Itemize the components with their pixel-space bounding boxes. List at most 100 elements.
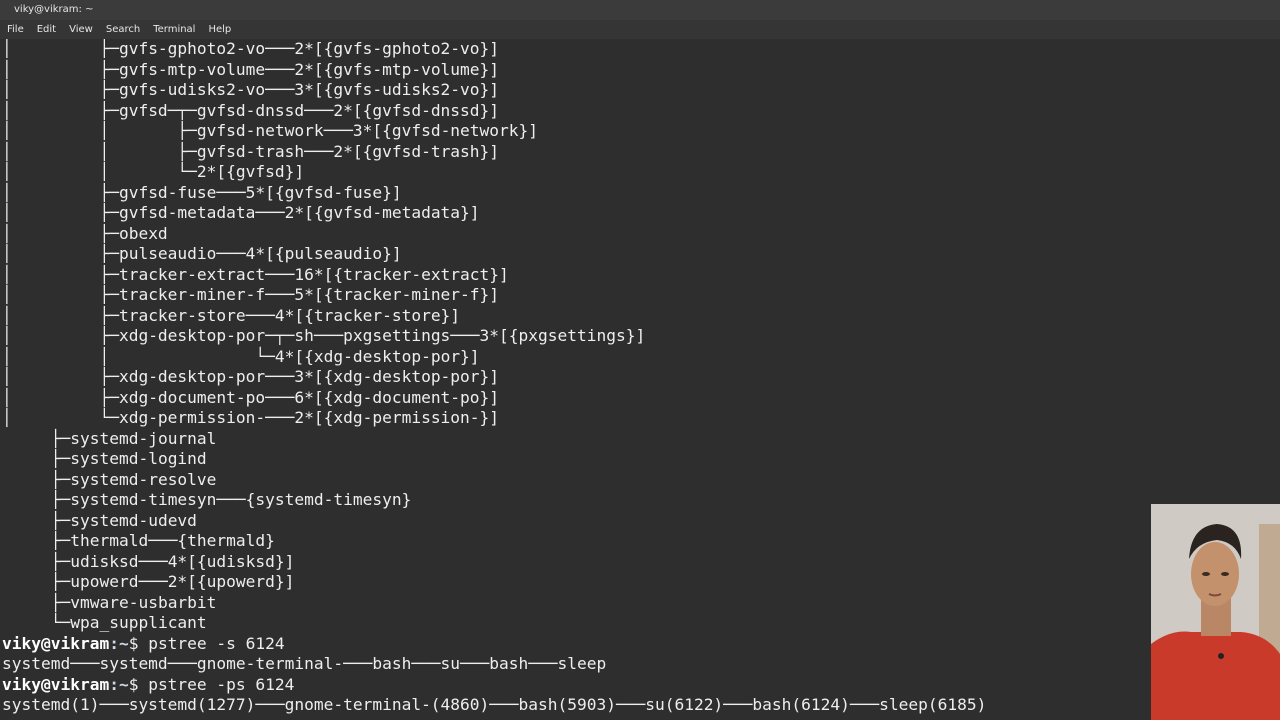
process-text: udisksd───4*[{udisksd}] bbox=[70, 551, 295, 571]
output-line: ├─systemd-journal bbox=[2, 428, 217, 450]
command-text: $ pstree -ps 6124 bbox=[128, 674, 295, 694]
person-webcam-icon bbox=[1151, 504, 1280, 720]
menu-view[interactable]: View bbox=[69, 24, 100, 35]
tree-connector: │ ├─ bbox=[2, 223, 119, 243]
tree-connector: │ ├─ bbox=[2, 387, 119, 407]
prompt-user-host: viky@vikram bbox=[2, 674, 110, 694]
process-text: xdg-desktop-por─┬─sh───pxgsettings───3*[… bbox=[118, 326, 646, 345]
output-line: │ │ ├─gvfsd-trash───2*[{gvfsd-trash}] bbox=[2, 142, 499, 163]
tree-connector: │ ├─ bbox=[2, 305, 119, 325]
process-text: 2*[{gvfsd}] bbox=[196, 162, 305, 181]
process-text: tracker-store───4*[{tracker-store}] bbox=[118, 305, 461, 325]
tree-connector: │ │ └─ bbox=[2, 162, 197, 181]
process-text: gvfs-gphoto2-vo───2*[{gvfs-gphoto2-vo}] bbox=[118, 39, 500, 58]
process-text: gvfsd─┬─gvfsd-dnssd───2*[{gvfsd-dnssd}] bbox=[118, 100, 500, 120]
tree-connector: ├─ bbox=[2, 572, 71, 591]
output-line: └─wpa_supplicant bbox=[2, 613, 207, 634]
menu-terminal[interactable]: Terminal bbox=[153, 24, 202, 35]
tree-connector: │ └─ bbox=[2, 408, 119, 427]
output-line: ├─upowerd───2*[{upowerd}] bbox=[2, 572, 295, 593]
tree-connector: │ ├─ bbox=[2, 244, 119, 263]
prompt-user-host: viky@vikram bbox=[2, 633, 110, 653]
output-line: ├─udisksd───4*[{udisksd}] bbox=[2, 551, 295, 573]
tree-connector: │ │ └─ bbox=[2, 346, 275, 366]
tree-connector: ├─ bbox=[2, 449, 71, 468]
tree-connector: ├─ bbox=[2, 531, 71, 550]
process-text: xdg-permission-───2*[{xdg-permission-}] bbox=[118, 408, 500, 427]
output-line: ├─systemd-timesyn───{systemd-timesyn} bbox=[2, 490, 412, 511]
output-line: │ ├─xdg-desktop-por───3*[{xdg-desktop-po… bbox=[2, 367, 499, 388]
output-line: │ ├─tracker-extract───16*[{tracker-extra… bbox=[2, 265, 509, 286]
window-title-bar[interactable]: viky@vikram: ~ bbox=[0, 0, 1280, 20]
menu-file[interactable]: File bbox=[7, 24, 31, 35]
output-line: │ ├─gvfs-udisks2-vo───3*[{gvfs-udisks2-v… bbox=[2, 80, 499, 101]
tree-connector: ├─ bbox=[2, 469, 71, 489]
output-line: │ │ ├─gvfsd-network───3*[{gvfsd-network}… bbox=[2, 121, 538, 142]
process-text: wpa_supplicant bbox=[70, 613, 207, 632]
tree-connector: │ ├─ bbox=[2, 367, 119, 386]
tree-connector: │ ├─ bbox=[2, 59, 119, 79]
process-text: xdg-desktop-por───3*[{xdg-desktop-por}] bbox=[118, 367, 500, 386]
output-line: │ └─xdg-permission-───2*[{xdg-permission… bbox=[2, 408, 499, 429]
process-text: systemd-journal bbox=[70, 428, 217, 448]
output-line: systemd(1)───systemd(1277)───gnome-termi… bbox=[2, 695, 986, 716]
webcam-overlay bbox=[1151, 504, 1280, 720]
process-text: upowerd───2*[{upowerd}] bbox=[70, 572, 295, 591]
process-text: systemd-timesyn───{systemd-timesyn} bbox=[70, 490, 412, 509]
process-text: systemd───systemd───gnome-terminal-───ba… bbox=[2, 654, 607, 673]
shell-prompt-line: viky@vikram:~$ pstree -ps 6124 bbox=[2, 675, 294, 696]
process-text: thermald───{thermald} bbox=[70, 531, 275, 550]
output-line: │ ├─xdg-desktop-por─┬─sh───pxgsettings──… bbox=[2, 326, 645, 347]
prompt-path: :~ bbox=[109, 674, 129, 694]
menu-help[interactable]: Help bbox=[208, 24, 238, 35]
output-line: │ ├─gvfsd-fuse───5*[{gvfsd-fuse}] bbox=[2, 183, 402, 204]
tree-connector: │ ├─ bbox=[2, 100, 119, 120]
process-text: gvfsd-fuse───5*[{gvfsd-fuse}] bbox=[118, 182, 402, 202]
tree-connector: ├─ bbox=[2, 428, 71, 448]
output-line: │ ├─tracker-store───4*[{tracker-store}] bbox=[2, 306, 460, 327]
tree-connector: │ │ ├─ bbox=[2, 141, 197, 161]
tree-connector: │ ├─ bbox=[2, 326, 119, 345]
process-text: tracker-extract───16*[{tracker-extract}] bbox=[118, 264, 509, 284]
menu-search[interactable]: Search bbox=[106, 24, 147, 35]
process-text: gvfsd-trash───2*[{gvfsd-trash}] bbox=[196, 141, 500, 161]
output-line: ├─vmware-usbarbit bbox=[2, 592, 217, 614]
output-line: │ ├─obexd bbox=[2, 224, 168, 245]
output-line: systemd───systemd───gnome-terminal-───ba… bbox=[2, 654, 606, 675]
output-line: │ ├─pulseaudio───4*[{pulseaudio}] bbox=[2, 244, 402, 265]
prompt-path: :~ bbox=[109, 633, 129, 653]
shell-prompt-line: viky@vikram:~$ pstree -s 6124 bbox=[2, 634, 285, 655]
tree-connector: │ ├─ bbox=[2, 203, 119, 222]
menu-bar: File Edit View Search Terminal Help bbox=[0, 20, 1280, 39]
tree-connector: └─ bbox=[2, 613, 71, 632]
process-text: tracker-miner-f───5*[{tracker-miner-f}] bbox=[118, 285, 500, 304]
tree-connector: │ ├─ bbox=[2, 182, 119, 202]
process-text: xdg-document-po───6*[{xdg-document-po}] bbox=[118, 387, 500, 407]
window-title: viky@vikram: ~ bbox=[14, 4, 94, 15]
process-text: systemd-logind bbox=[70, 449, 207, 468]
process-text: systemd(1)───systemd(1277)───gnome-termi… bbox=[2, 695, 987, 714]
output-line: │ ├─gvfsd-metadata───2*[{gvfsd-metadata}… bbox=[2, 203, 480, 224]
tree-connector: ├─ bbox=[2, 592, 71, 612]
process-text: gvfs-mtp-volume───2*[{gvfs-mtp-volume}] bbox=[118, 59, 500, 79]
tree-connector: ├─ bbox=[2, 490, 71, 509]
process-text: obexd bbox=[118, 223, 168, 243]
command-text: $ pstree -s 6124 bbox=[128, 633, 285, 653]
output-line: │ ├─xdg-document-po───6*[{xdg-document-p… bbox=[2, 388, 499, 409]
menu-edit[interactable]: Edit bbox=[37, 24, 63, 35]
process-text: 4*[{xdg-desktop-por}] bbox=[274, 346, 480, 366]
process-text: gvfs-udisks2-vo───3*[{gvfs-udisks2-vo}] bbox=[118, 80, 500, 99]
output-line: ├─systemd-resolve bbox=[2, 469, 217, 491]
process-text: systemd-resolve bbox=[70, 469, 217, 489]
process-text: vmware-usbarbit bbox=[70, 592, 217, 612]
tree-connector: │ ├─ bbox=[2, 80, 119, 99]
output-line: │ │ └─4*[{xdg-desktop-por}] bbox=[2, 347, 480, 368]
output-line: ├─systemd-udevd bbox=[2, 511, 197, 532]
tree-connector: ├─ bbox=[2, 510, 71, 530]
process-text: systemd-udevd bbox=[70, 510, 197, 530]
terminal-output[interactable]: │ ├─gvfs-gphoto2-vo───2*[{gvfs-gphoto2-v… bbox=[0, 39, 1280, 720]
process-text: pulseaudio───4*[{pulseaudio}] bbox=[118, 244, 402, 263]
tree-connector: ├─ bbox=[2, 551, 71, 571]
process-text: gvfsd-metadata───2*[{gvfsd-metadata}] bbox=[118, 203, 480, 222]
tree-connector: │ │ ├─ bbox=[2, 121, 197, 140]
